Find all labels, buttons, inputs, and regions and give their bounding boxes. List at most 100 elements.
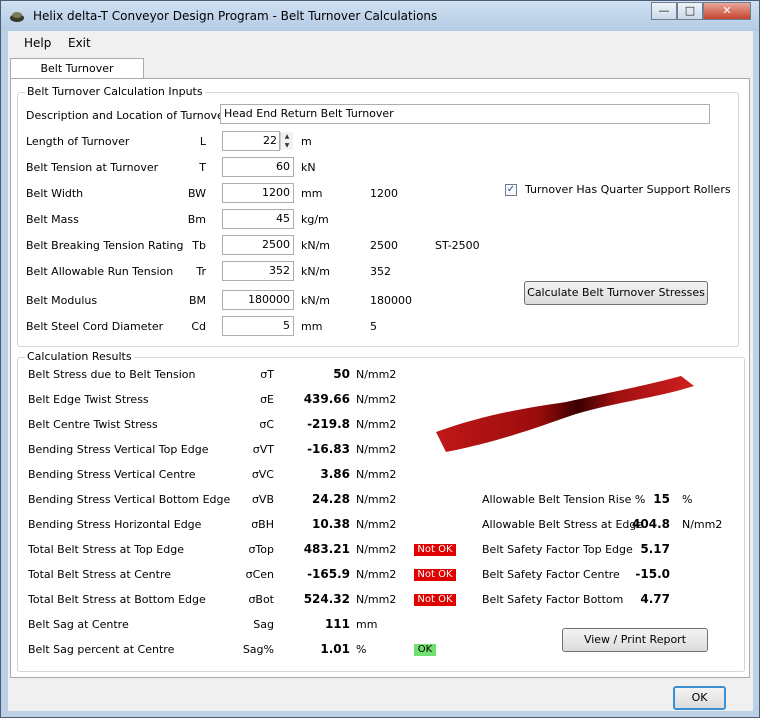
input-label: Belt Modulus <box>26 294 98 307</box>
result-value: 24.28 <box>312 492 350 506</box>
input-label: Belt Steel Cord Diameter <box>26 320 164 333</box>
result-value: 3.86 <box>320 467 350 481</box>
calculate-button[interactable]: Calculate Belt Turnover Stresses <box>524 281 708 305</box>
result-label: Belt Edge Twist Stress <box>28 393 149 406</box>
input-unit: kg/m <box>301 213 329 226</box>
results-group: Calculation Results Belt Stress due to B… <box>17 350 745 672</box>
quarter-rollers-checkbox[interactable]: ✓ <box>505 184 517 196</box>
tab-page: Belt Turnover Calculation Inputs Descrip… <box>10 78 750 678</box>
result-label: Total Belt Stress at Top Edge <box>28 543 184 556</box>
result-label: Bending Stress Horizontal Edge <box>28 518 202 531</box>
result-unit: N/mm2 <box>356 568 397 581</box>
result-value: 111 <box>324 617 350 631</box>
input-current-value: 352 <box>370 265 391 278</box>
stepper-down-icon[interactable]: ▼ <box>281 141 293 150</box>
input-current-value: 5 <box>370 320 377 333</box>
minimize-button[interactable]: — <box>651 2 677 20</box>
belt-class-label: ST-2500 <box>435 239 480 252</box>
result-label: Bending Stress Vertical Centre <box>28 468 196 481</box>
input-field[interactable]: 60 <box>222 157 294 177</box>
input-label: Belt Width <box>26 187 84 200</box>
result-label: Belt Centre Twist Stress <box>28 418 158 431</box>
input-current-value: 1200 <box>370 187 398 200</box>
results-legend: Calculation Results <box>25 350 134 363</box>
input-field[interactable]: 22 <box>222 131 280 151</box>
result-symbol: σBot <box>248 593 274 606</box>
input-field[interactable]: 1200 <box>222 183 294 203</box>
tab-belt-turnover[interactable]: Belt Turnover Calculation <box>10 58 144 95</box>
result-value: 50 <box>333 367 350 381</box>
view-print-report-button[interactable]: View / Print Report <box>562 628 708 652</box>
result-value: 439.66 <box>303 392 350 406</box>
result-unit: N/mm2 <box>356 493 397 506</box>
input-symbol: T <box>199 161 206 174</box>
result-unit: mm <box>356 618 378 631</box>
result-value: -165.9 <box>307 567 350 581</box>
input-field[interactable]: 45 <box>222 209 294 229</box>
status-badge-not-ok: Not OK <box>414 569 456 581</box>
main-window: Helix delta-T Conveyor Design Program - … <box>0 0 760 718</box>
result-unit: N/mm2 <box>356 543 397 556</box>
right-result-label: Belt Safety Factor Top Edge <box>482 543 633 556</box>
input-unit: kN/m <box>301 294 331 307</box>
belt-twist-graphic <box>436 376 694 452</box>
result-unit: N/mm2 <box>356 518 397 531</box>
input-current-value: 2500 <box>370 239 398 252</box>
result-symbol: Sag <box>253 618 274 631</box>
length-stepper[interactable]: ▲ ▼ <box>280 132 293 150</box>
ok-button[interactable]: OK <box>673 686 726 710</box>
input-unit: mm <box>301 187 323 200</box>
result-symbol: σVT <box>252 443 274 456</box>
result-symbol: σE <box>260 393 274 406</box>
input-symbol: L <box>199 135 206 148</box>
right-result-value: 4.77 <box>640 592 670 606</box>
input-symbol: BM <box>188 294 206 307</box>
result-symbol: σBH <box>251 518 274 531</box>
result-unit: N/mm2 <box>356 418 397 431</box>
right-result-value: 5.17 <box>640 542 670 556</box>
result-label: Belt Stress due to Belt Tension <box>28 368 196 381</box>
input-field[interactable]: 180000 <box>222 290 294 310</box>
menu-bar: Help Exit <box>8 31 753 55</box>
input-symbol: BW <box>187 187 206 200</box>
result-value: 524.32 <box>303 592 350 606</box>
quarter-rollers-label: Turnover Has Quarter Support Rollers <box>525 183 731 196</box>
result-label: Bending Stress Vertical Top Edge <box>28 443 209 456</box>
right-result-unit: % <box>682 493 693 506</box>
result-symbol: Sag% <box>242 643 274 656</box>
input-symbol: Cd <box>191 320 206 333</box>
stepper-up-icon[interactable]: ▲ <box>281 132 293 141</box>
input-field[interactable]: 5 <box>222 316 294 336</box>
input-label: Belt Tension at Turnover <box>26 161 159 174</box>
description-label: Description and Location of Turnover <box>26 109 229 122</box>
menu-exit[interactable]: Exit <box>68 36 91 50</box>
result-value: 483.21 <box>303 542 350 556</box>
result-unit: N/mm2 <box>356 443 397 456</box>
input-field[interactable]: 352 <box>222 261 294 281</box>
input-field[interactable]: 2500 <box>222 235 294 255</box>
status-badge-not-ok: Not OK <box>414 544 456 556</box>
result-symbol: σC <box>259 418 274 431</box>
status-badge-not-ok: Not OK <box>414 594 456 606</box>
input-current-value: 180000 <box>370 294 412 307</box>
input-label: Belt Mass <box>26 213 79 226</box>
result-label: Total Belt Stress at Bottom Edge <box>28 593 206 606</box>
input-label: Length of Turnover <box>26 135 130 148</box>
description-input[interactable]: Head End Return Belt Turnover <box>220 104 710 124</box>
app-icon <box>10 12 24 22</box>
input-symbol: Tr <box>196 265 206 278</box>
result-value: 1.01 <box>320 642 350 656</box>
result-symbol: σVB <box>251 493 274 506</box>
result-unit: N/mm2 <box>356 368 397 381</box>
close-button[interactable]: ✕ <box>703 2 751 20</box>
result-symbol: σT <box>260 368 274 381</box>
input-unit: kN/m <box>301 239 331 252</box>
inputs-legend: Belt Turnover Calculation Inputs <box>25 85 205 98</box>
maximize-button[interactable]: □ <box>677 2 703 20</box>
menu-help[interactable]: Help <box>24 36 51 50</box>
right-result-value: 15 <box>653 492 670 506</box>
right-result-value: -15.0 <box>635 567 670 581</box>
result-label: Belt Sag at Centre <box>28 618 129 631</box>
right-result-label: Belt Safety Factor Centre <box>482 568 620 581</box>
result-unit: % <box>356 643 367 656</box>
